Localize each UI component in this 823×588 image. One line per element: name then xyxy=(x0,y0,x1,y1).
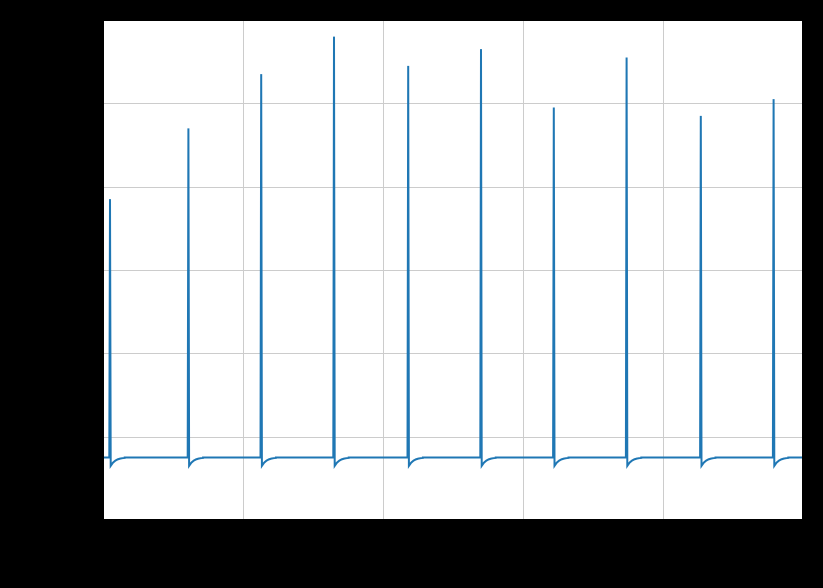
xtick-mark xyxy=(523,520,524,525)
x-axis-label: time (ms) xyxy=(417,548,490,566)
ytick-mark xyxy=(98,187,103,188)
xtick-mark xyxy=(243,520,244,525)
y-axis-label: membrane voltage (mV) xyxy=(24,178,42,362)
ytick-label: -40 xyxy=(72,345,95,361)
axes xyxy=(103,20,803,520)
xtick-mark xyxy=(663,520,664,525)
ytick-label: 0 xyxy=(86,179,95,195)
plot-svg xyxy=(103,20,803,520)
voltage-trace xyxy=(103,37,803,466)
xtick-label: 300 xyxy=(510,527,537,543)
xtick-mark xyxy=(803,520,804,525)
ytick-label: 40 xyxy=(77,12,95,28)
xtick-label: 200 xyxy=(370,527,397,543)
xtick-label: 100 xyxy=(230,527,257,543)
xtick-label: 500 xyxy=(790,527,817,543)
xtick-label: 0 xyxy=(99,527,108,543)
ytick-mark xyxy=(98,270,103,271)
xtick-label: 400 xyxy=(650,527,677,543)
ytick-mark xyxy=(98,520,103,521)
ytick-label: 20 xyxy=(77,95,95,111)
ytick-mark xyxy=(98,353,103,354)
ytick-label: -60 xyxy=(72,429,95,445)
ytick-mark xyxy=(98,437,103,438)
ytick-mark xyxy=(98,20,103,21)
ytick-mark xyxy=(98,103,103,104)
figure: time (ms) membrane voltage (mV) 01002003… xyxy=(0,0,823,588)
xtick-mark xyxy=(103,520,104,525)
ytick-label: -20 xyxy=(72,262,95,278)
xtick-mark xyxy=(383,520,384,525)
ytick-label: -80 xyxy=(72,512,95,528)
